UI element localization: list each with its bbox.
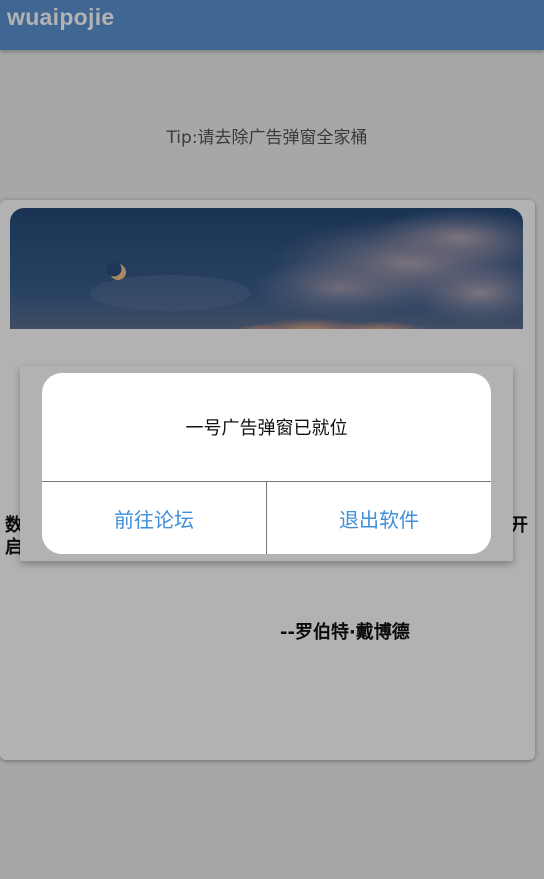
dialog-message: 一号广告弹窗已就位 bbox=[185, 418, 348, 439]
goto-forum-button[interactable]: 前往论坛 bbox=[42, 482, 266, 554]
exit-app-button[interactable]: 退出软件 bbox=[266, 482, 491, 554]
dialog-actions: 前往论坛 退出软件 bbox=[42, 481, 491, 554]
ad-dialog: 一号广告弹窗已就位 前往论坛 退出软件 bbox=[42, 373, 491, 554]
